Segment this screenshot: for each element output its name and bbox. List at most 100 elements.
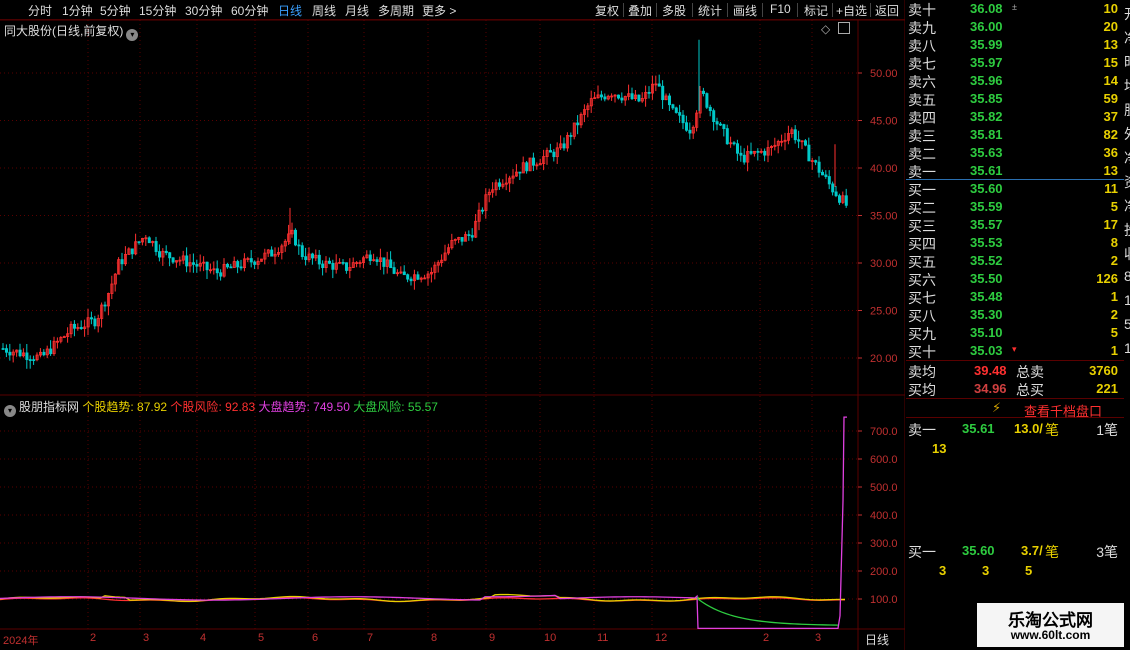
- ask-row[interactable]: 卖九 36.00 20: [906, 18, 1124, 36]
- ask-row[interactable]: 卖六 35.96 14: [906, 72, 1124, 90]
- view-depth-button[interactable]: 查看千档盘口: [1024, 401, 1102, 420]
- candle: [127, 247, 131, 255]
- candle: [35, 352, 39, 362]
- candle-body: [382, 257, 386, 267]
- candle: [535, 162, 539, 170]
- candle: [256, 257, 260, 270]
- ask-row[interactable]: 卖一 35.61 13: [906, 162, 1124, 180]
- bid-level-label: 买五: [908, 254, 936, 270]
- ask-level-label: 卖六: [908, 74, 936, 90]
- watermark-url: www.60lt.com: [1010, 628, 1091, 642]
- candle: [549, 143, 553, 153]
- candle-body: [569, 135, 573, 137]
- candle-body: [742, 154, 746, 163]
- candle: [232, 256, 236, 268]
- ask-row[interactable]: 卖四 35.82 37: [906, 108, 1124, 126]
- candle-body: [168, 252, 172, 259]
- candle-body: [630, 93, 634, 100]
- bid-row[interactable]: 买二 35.59 5: [906, 198, 1124, 216]
- indicator-tick-label: 600.0: [870, 454, 898, 466]
- candle: [555, 142, 559, 164]
- ask-row[interactable]: 卖五 35.85 59: [906, 90, 1124, 108]
- bid-row[interactable]: 买五 35.52 2: [906, 252, 1124, 270]
- candle-body: [804, 140, 808, 146]
- candle: [249, 250, 253, 268]
- depth-bid-1: 买一 35.60 3.7/ 笔 3笔 3 3 5: [906, 542, 1124, 582]
- clipped-text: 1: [1124, 292, 1130, 308]
- candle: [708, 104, 712, 117]
- bid-row[interactable]: 买三 35.57 17: [906, 216, 1124, 234]
- ask-row[interactable]: 卖八 35.99 13: [906, 36, 1124, 54]
- candle: [712, 108, 716, 131]
- kline-chart[interactable]: 50.00 45.00 40.00 35.00 30.00 25.00 20.00 700.0…: [0, 0, 905, 650]
- total-sell-label: 总卖: [1016, 364, 1044, 380]
- bid1-avg: 3.7/: [1021, 543, 1043, 558]
- price-axis: 50.00 45.00 40.00 35.00 30.00 25.00 20.00 700.0…: [858, 68, 898, 606]
- candle: [300, 242, 304, 260]
- candle-body: [229, 266, 233, 269]
- candle: [164, 245, 168, 256]
- ask-row[interactable]: 卖二 35.63 36: [906, 144, 1124, 162]
- candle: [96, 314, 100, 333]
- chevron-down-icon[interactable]: ▾: [4, 405, 16, 417]
- ask-row[interactable]: 卖十 36.08 10 ±: [906, 0, 1124, 18]
- candle: [749, 142, 753, 156]
- total-buy-label: 总买: [1016, 382, 1044, 398]
- candle-body: [807, 144, 811, 162]
- candle-body: [304, 256, 308, 260]
- candle-body: [668, 95, 672, 106]
- candle: [59, 336, 63, 344]
- ask-row[interactable]: 卖三 35.81 82: [906, 126, 1124, 144]
- ask-price: 35.63: [970, 145, 1003, 160]
- candle-body: [297, 244, 301, 247]
- ask-volume: 13: [1103, 37, 1118, 52]
- candle: [827, 170, 831, 190]
- candle-body: [722, 124, 726, 130]
- candle-body: [236, 261, 240, 268]
- candle: [263, 248, 267, 265]
- candle: [83, 319, 87, 337]
- candle: [86, 308, 90, 336]
- bid-price: 35.52: [970, 253, 1003, 268]
- bid-volume: 17: [1103, 217, 1118, 232]
- price-tick-label: 35.00: [870, 211, 898, 223]
- bid-level-label: 买二: [908, 200, 936, 216]
- bid-row[interactable]: 买八 35.30 2: [906, 306, 1124, 324]
- candle: [569, 132, 573, 146]
- date-label: 4: [200, 632, 207, 644]
- candle: [480, 207, 484, 215]
- candle: [76, 323, 80, 331]
- candle: [358, 260, 362, 268]
- bid-row[interactable]: 买七 35.48 1: [906, 288, 1124, 306]
- candle: [787, 125, 791, 145]
- bid-price: 35.59: [970, 199, 1003, 214]
- bid-row[interactable]: 买一 35.60 11: [906, 180, 1124, 198]
- candle: [412, 269, 416, 290]
- candle: [110, 275, 114, 300]
- bid-row[interactable]: 买六 35.50 126: [906, 270, 1124, 288]
- candle-body: [705, 93, 709, 108]
- candle: [90, 311, 94, 325]
- candle: [225, 262, 229, 269]
- candle: [610, 93, 614, 101]
- bid-row[interactable]: 买九 35.10 5: [906, 324, 1124, 342]
- candle-body: [406, 274, 410, 280]
- candle-body: [42, 351, 46, 356]
- ask-row[interactable]: 卖七 35.97 15: [906, 54, 1124, 72]
- legend-stock-risk-value: 92.83: [225, 400, 256, 414]
- bid-row[interactable]: 买四 35.53 8: [906, 234, 1124, 252]
- candle-body: [552, 151, 556, 158]
- price-tick-label: 50.00: [870, 68, 898, 80]
- clipped-text: 收: [1124, 244, 1130, 264]
- bid-level-label: 买七: [908, 290, 936, 306]
- candle: [205, 261, 209, 280]
- candle: [198, 254, 202, 272]
- date-label: 11: [597, 632, 609, 644]
- legend-market-risk: 大盘风险: 55.57: [353, 400, 438, 414]
- candle-body: [171, 257, 175, 263]
- indicator-lines: [0, 416, 847, 630]
- bid-row[interactable]: 买十 35.03 1 ▾: [906, 342, 1124, 360]
- clipped-text: 股: [1124, 100, 1130, 120]
- chart-grid: [0, 0, 905, 650]
- candle: [287, 224, 291, 245]
